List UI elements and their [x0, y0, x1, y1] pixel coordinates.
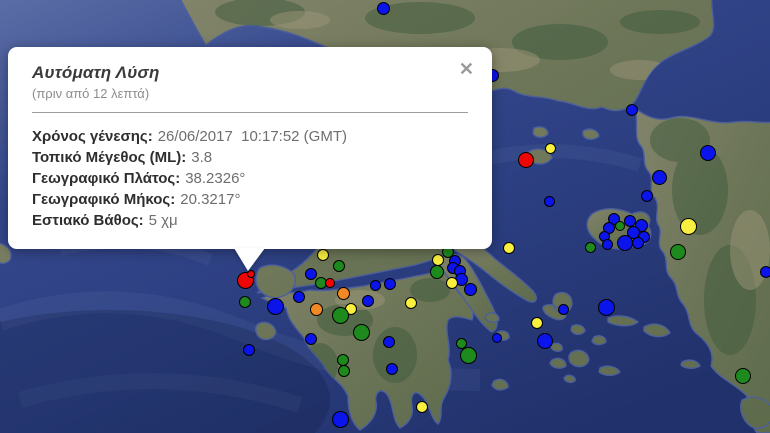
- earthquake-marker[interactable]: [325, 278, 335, 288]
- earthquake-marker[interactable]: [239, 296, 251, 308]
- earthquake-marker[interactable]: [336, 286, 350, 300]
- earthquake-marker[interactable]: [537, 333, 553, 349]
- earthquake-marker[interactable]: [597, 298, 615, 316]
- earthquake-marker[interactable]: [760, 266, 770, 278]
- field-latitude: Γεωγραφικό Πλάτος: 38.2326°: [32, 170, 246, 187]
- popup-title: Αυτόματη Λύση: [32, 63, 160, 82]
- popup-callout-tail: [234, 248, 265, 271]
- earthquake-marker[interactable]: [305, 268, 317, 280]
- earthquake-marker[interactable]: [735, 368, 751, 384]
- field-focal-depth: Εστιακό Βάθος: 5 χμ: [32, 212, 178, 229]
- earthquake-marker[interactable]: [384, 278, 396, 290]
- popup-subtitle: (πριν από 12 λεπτά): [32, 86, 150, 101]
- earthquake-marker[interactable]: [463, 282, 477, 296]
- earthquake-marker[interactable]: [243, 344, 255, 356]
- earthquake-map-app: ✕ Αυτόματη Λύση (πριν από 12 λεπτά) Χρόν…: [0, 0, 770, 433]
- earthquake-marker[interactable]: [293, 291, 305, 303]
- earthquake-marker[interactable]: [670, 244, 686, 260]
- earthquake-marker[interactable]: [338, 365, 350, 377]
- earthquake-marker[interactable]: [492, 333, 502, 343]
- earthquake-info-popup: ✕ Αυτόματη Λύση (πριν από 12 λεπτά) Χρόν…: [8, 47, 492, 249]
- earthquake-marker[interactable]: [632, 237, 644, 249]
- earthquake-marker[interactable]: [333, 260, 345, 272]
- earthquake-marker[interactable]: [518, 152, 534, 168]
- earthquake-marker[interactable]: [331, 410, 349, 428]
- earthquake-marker[interactable]: [331, 306, 349, 324]
- field-local-magnitude: Τοπικό Μέγεθος (ML): 3.8: [32, 149, 213, 166]
- earthquake-marker[interactable]: [626, 104, 638, 116]
- earthquake-marker[interactable]: [601, 238, 613, 250]
- earthquake-marker[interactable]: [309, 302, 323, 316]
- earthquake-marker[interactable]: [700, 145, 716, 161]
- popup-divider: [32, 112, 468, 113]
- earthquake-marker[interactable]: [386, 363, 398, 375]
- earthquake-marker[interactable]: [543, 195, 555, 207]
- earthquake-marker[interactable]: [430, 265, 444, 279]
- earthquake-marker[interactable]: [376, 1, 390, 15]
- earthquake-marker[interactable]: [352, 323, 370, 341]
- earthquake-marker[interactable]: [405, 297, 417, 309]
- earthquake-marker[interactable]: [459, 346, 477, 364]
- earthquake-marker[interactable]: [641, 190, 653, 202]
- earthquake-marker[interactable]: [557, 303, 569, 315]
- close-icon[interactable]: ✕: [457, 58, 476, 80]
- earthquake-marker[interactable]: [383, 336, 395, 348]
- earthquake-marker[interactable]: [305, 333, 317, 345]
- earthquake-marker[interactable]: [362, 295, 374, 307]
- earthquake-marker[interactable]: [266, 297, 284, 315]
- earthquake-marker[interactable]: [247, 270, 255, 278]
- earthquake-marker[interactable]: [617, 235, 633, 251]
- earthquake-marker[interactable]: [584, 241, 596, 253]
- earthquake-marker[interactable]: [679, 217, 697, 235]
- field-origin-time: Χρόνος γένεσης: 26/06/2017 10:17:52 (GMT): [32, 128, 347, 145]
- field-longitude: Γεωγραφικό Μήκος: 20.3217°: [32, 191, 241, 208]
- earthquake-marker[interactable]: [446, 277, 458, 289]
- earthquake-marker[interactable]: [651, 169, 667, 185]
- earthquake-marker[interactable]: [317, 249, 329, 261]
- earthquake-marker[interactable]: [544, 142, 556, 154]
- earthquake-marker[interactable]: [369, 279, 381, 291]
- earthquake-marker[interactable]: [503, 242, 515, 254]
- earthquake-marker[interactable]: [531, 317, 543, 329]
- earthquake-marker[interactable]: [416, 401, 428, 413]
